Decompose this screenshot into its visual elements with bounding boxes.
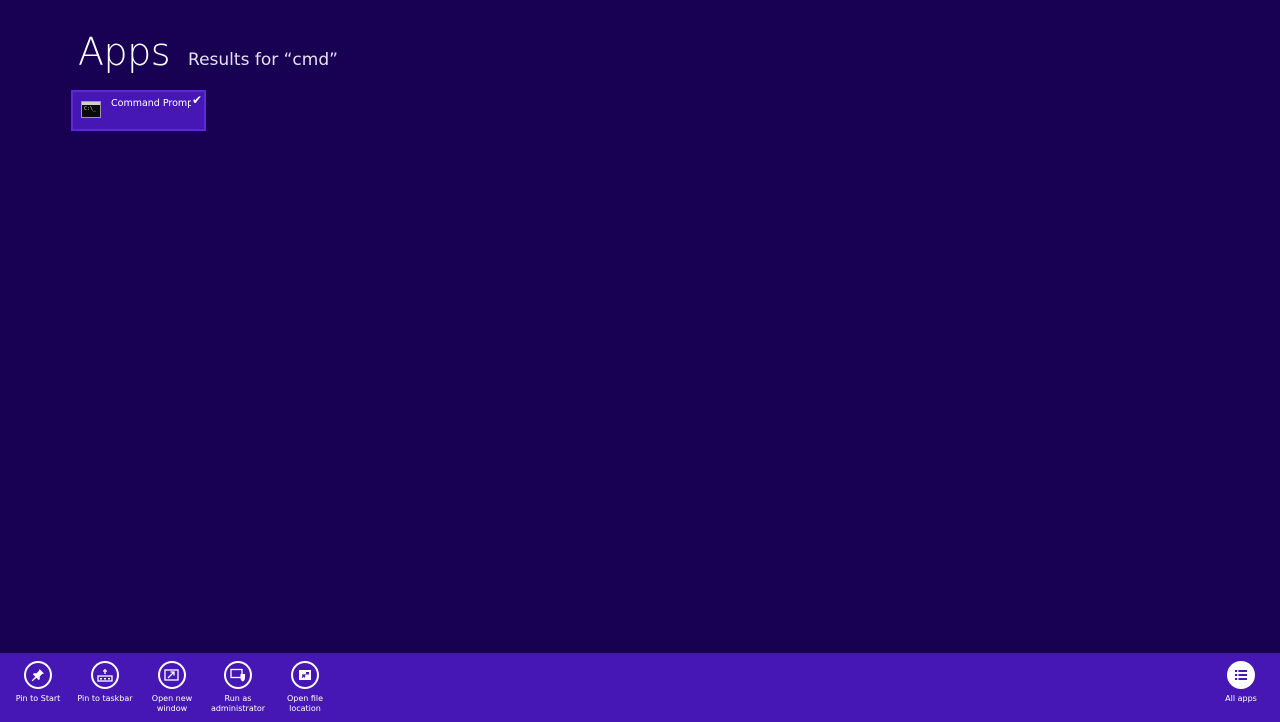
all-apps-label: All apps <box>1225 694 1257 703</box>
open-new-window-label: Open new window <box>151 694 193 713</box>
console-icon: C:\_ <box>81 101 101 118</box>
open-file-location-button[interactable]: Open file location <box>273 661 337 714</box>
app-bar: Pin to Start Pin to taskbar Open new win… <box>0 653 1280 722</box>
run-as-administrator-button[interactable]: Run as administrator <box>206 661 270 714</box>
results-subtitle: Results for “cmd” <box>188 50 338 70</box>
page-header: Apps Results for “cmd” <box>78 30 338 74</box>
list-icon <box>1227 661 1255 689</box>
shield-window-icon <box>224 661 252 689</box>
new-window-icon <box>158 661 186 689</box>
all-apps-button[interactable]: All apps <box>1209 661 1273 704</box>
check-icon: ✔ <box>191 93 202 107</box>
pin-to-start-button[interactable]: Pin to Start <box>6 661 70 704</box>
taskbar-pin-icon <box>91 661 119 689</box>
open-new-window-button[interactable]: Open new window <box>140 661 204 714</box>
page-title: Apps <box>78 30 171 74</box>
pin-to-taskbar-label: Pin to taskbar <box>77 694 133 703</box>
folder-icon <box>291 661 319 689</box>
open-file-location-label: Open file location <box>286 694 324 713</box>
result-tile-label: Command Prompt <box>111 98 191 109</box>
pin-to-start-label: Pin to Start <box>15 694 61 703</box>
pin-icon <box>24 661 52 689</box>
run-as-administrator-label: Run as administrator <box>210 694 266 713</box>
pin-to-taskbar-button[interactable]: Pin to taskbar <box>73 661 137 704</box>
search-results-screen: Apps Results for “cmd” C:\_ Command Prom… <box>0 0 1280 722</box>
console-prompt-text: C:\_ <box>84 106 97 112</box>
result-tile-command-prompt[interactable]: C:\_ Command Prompt ✔ <box>71 90 206 131</box>
